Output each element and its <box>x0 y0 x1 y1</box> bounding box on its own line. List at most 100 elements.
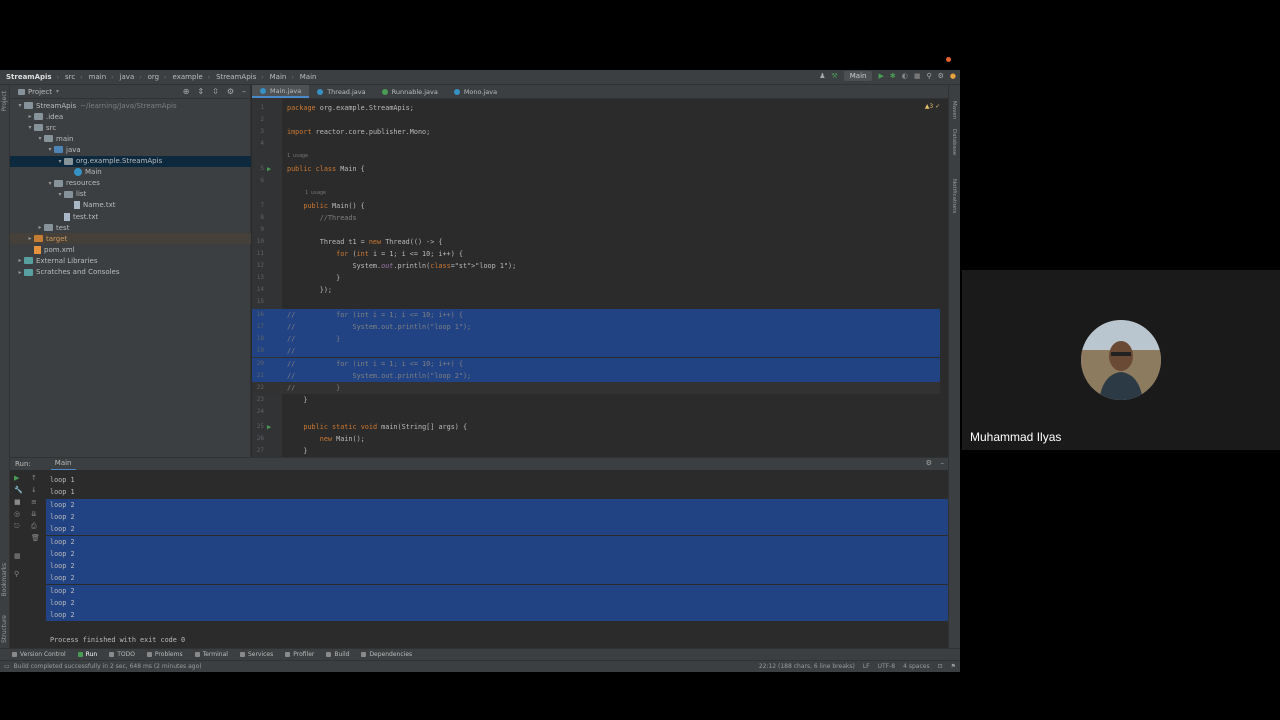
tree-item[interactable]: ▸ .idea <box>10 111 251 122</box>
code-line[interactable]: 6 <box>252 175 948 187</box>
chevron-icon[interactable]: ▸ <box>26 113 34 120</box>
bookmarks-tool-tab[interactable]: Bookmarks <box>1 563 8 597</box>
tree-item[interactable]: pom.xml <box>10 244 251 255</box>
stop-icon[interactable]: ■ <box>914 72 921 80</box>
scroll-down-icon[interactable]: ↓ <box>31 486 37 494</box>
run-tab-main[interactable]: Main <box>50 458 76 471</box>
search-icon[interactable]: ⚲ <box>926 72 931 80</box>
chevron-icon[interactable]: ▾ <box>56 191 64 198</box>
exit-icon[interactable]: ⎋ <box>14 522 20 531</box>
code-editor[interactable]: 1 package org.example.StreamApis; 2 3 import… <box>252 99 948 457</box>
settings-icon[interactable]: ⚙ <box>938 72 944 80</box>
code-line[interactable]: 22 // } <box>252 382 948 394</box>
code-line[interactable]: 17 // System.out.println("loop 1"); <box>252 321 948 333</box>
code-line[interactable]: 3 import reactor.core.publisher.Mono; <box>252 126 948 138</box>
video-participant-tile[interactable]: Muhammad Ilyas <box>962 270 1280 450</box>
code-line[interactable]: 20 // for (int i = 1; i <= 10; i++) { <box>252 358 948 370</box>
code-line[interactable]: 23 } <box>252 394 948 406</box>
minimize-icon[interactable]: – <box>242 87 246 96</box>
account-icon[interactable]: ● <box>950 72 956 80</box>
tree-item[interactable]: ▾ org.example.StreamApis <box>10 155 251 167</box>
tree-item[interactable]: ▸ External Libraries <box>10 255 251 266</box>
wrench-icon[interactable]: 🔧 <box>14 486 23 494</box>
run-config-select[interactable]: Main <box>843 71 873 81</box>
code-line[interactable]: 13 } <box>252 272 948 284</box>
trash-icon[interactable]: 🗑 <box>31 534 40 542</box>
tool-profiler[interactable]: Profiler <box>285 651 314 658</box>
tree-item[interactable]: ▸ Scratches and Consoles <box>10 267 251 278</box>
soft-wrap-icon[interactable]: ≡ <box>31 498 37 506</box>
chevron-down-icon[interactable]: ▾ <box>56 88 59 95</box>
chevron-icon[interactable]: ▾ <box>56 158 64 165</box>
camera-icon[interactable]: ◎ <box>14 510 20 518</box>
breadcrumb-java[interactable]: java <box>120 73 135 81</box>
tree-item[interactable]: ▾ main <box>10 133 251 144</box>
code-line[interactable]: 18 // } <box>252 333 948 345</box>
breadcrumb-class[interactable]: Main <box>270 73 287 81</box>
tool-problems[interactable]: Problems <box>146 651 183 658</box>
pin-icon[interactable]: ⚲ <box>14 570 19 578</box>
user-icon[interactable]: ♟ <box>819 72 825 80</box>
gear-icon[interactable]: ⚙ <box>926 459 932 467</box>
collapse-all-icon[interactable]: ⇳ <box>212 87 219 96</box>
hammer-icon[interactable]: ⚒ <box>831 72 837 80</box>
tool-version-control[interactable]: Version Control <box>12 651 66 658</box>
code-line[interactable]: 11 for (int i = 1; i <= 10; i++) { <box>252 248 948 260</box>
editor-scrollbar[interactable] <box>940 99 948 457</box>
code-line[interactable]: 7 public Main() { <box>252 200 948 212</box>
chevron-icon[interactable]: ▾ <box>46 180 54 187</box>
tab-main-java[interactable]: Main.java <box>252 85 310 98</box>
gutter-run-icon[interactable]: ▶ <box>267 421 271 433</box>
tool-run[interactable]: Run <box>77 651 97 658</box>
minimize-icon[interactable]: – <box>941 459 945 467</box>
tab-mono-java[interactable]: Mono.java <box>446 85 505 98</box>
code-line[interactable]: 8 //Threads <box>252 212 948 224</box>
stop-icon[interactable]: ■ <box>14 498 21 506</box>
status-toggle-icon[interactable]: ▭ <box>4 663 10 670</box>
tool-services[interactable]: Services <box>239 651 273 658</box>
code-line[interactable]: 15 <box>252 296 948 308</box>
lock-icon[interactable]: ⊡ <box>938 663 943 670</box>
code-line[interactable]: 26 new Main(); <box>252 433 948 445</box>
chevron-icon[interactable]: ▸ <box>16 269 24 276</box>
locate-icon[interactable]: ⊕ <box>183 87 190 96</box>
layout-icon[interactable]: ▦ <box>14 552 21 560</box>
code-line[interactable]: 1 package org.example.StreamApis; <box>252 102 948 114</box>
code-line[interactable]: 25 ▶ public static void main(String[] arg… <box>252 421 948 433</box>
debug-icon[interactable]: ✱ <box>890 72 896 80</box>
usage-hint[interactable]: 1 usage <box>305 190 326 198</box>
usage-hint[interactable]: 1 usage <box>287 153 308 161</box>
breadcrumb-org[interactable]: org <box>148 73 159 81</box>
tree-item[interactable]: Main <box>10 167 251 178</box>
chevron-icon[interactable]: ▾ <box>16 102 24 109</box>
code-line[interactable]: 4 <box>252 138 948 150</box>
chevron-icon[interactable]: ▸ <box>26 235 34 242</box>
tree-item[interactable]: ▸ target <box>10 233 251 245</box>
breadcrumb-example[interactable]: example <box>173 73 203 81</box>
code-line[interactable]: 2 <box>252 114 948 126</box>
tree-item[interactable]: ▾ list <box>10 189 251 200</box>
maven-tool-tab[interactable]: Maven <box>951 101 957 119</box>
tool-terminal[interactable]: Terminal <box>194 651 228 658</box>
scroll-to-end-icon[interactable]: ⇊ <box>31 510 37 518</box>
coverage-icon[interactable]: ◐ <box>902 72 908 80</box>
run-console[interactable]: loop 1 loop 1 loop 2 loop 2 loop 2 loop 2 loop… <box>46 470 948 648</box>
breadcrumb-src[interactable]: src <box>65 73 75 81</box>
caret-position[interactable]: 22:12 (188 chars, 6 line breaks) <box>759 663 855 670</box>
breadcrumb-package[interactable]: StreamApis <box>216 73 256 81</box>
chevron-icon[interactable]: ▾ <box>46 146 54 153</box>
breadcrumb-project[interactable]: StreamApis <box>6 73 52 81</box>
tree-item[interactable]: ▸ test <box>10 222 251 233</box>
notifications-icon[interactable]: ⚑ <box>951 663 956 670</box>
tree-item[interactable]: ▾ src <box>10 122 251 133</box>
tree-item[interactable]: test.txt <box>10 211 251 222</box>
rerun-icon[interactable]: ▶ <box>14 474 19 482</box>
status-message[interactable]: Build completed successfully in 2 sec, 6… <box>14 663 202 670</box>
tool-dependencies[interactable]: Dependencies <box>361 651 412 658</box>
chevron-icon[interactable]: ▾ <box>36 135 44 142</box>
tab-runnable-java[interactable]: Runnable.java <box>374 85 446 98</box>
code-line[interactable]: 9 <box>252 224 948 236</box>
expand-all-icon[interactable]: ⇕ <box>197 87 204 96</box>
project-tool-tab[interactable]: Project <box>1 91 8 112</box>
file-encoding[interactable]: UTF-8 <box>878 663 896 670</box>
